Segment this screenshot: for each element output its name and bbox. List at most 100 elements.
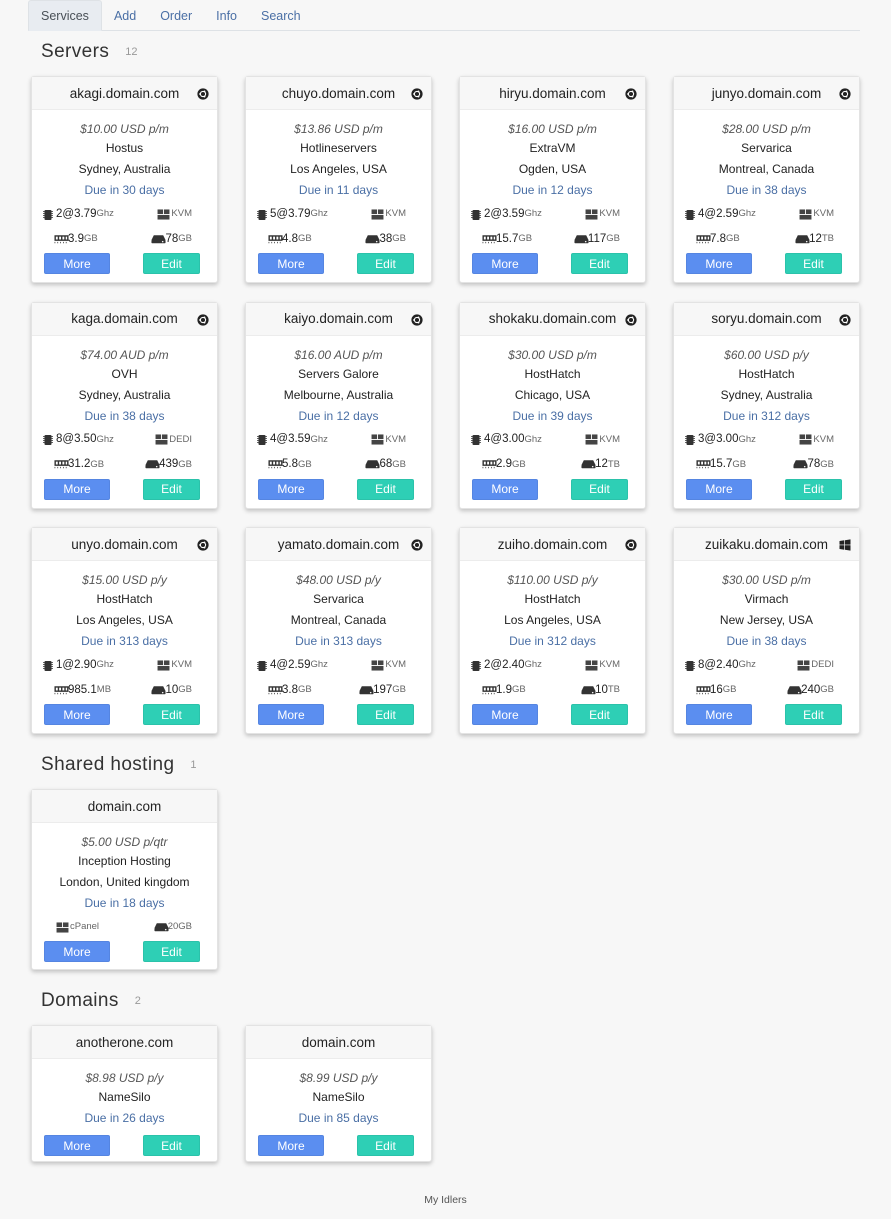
ram-spec: 15.7 GB bbox=[696, 458, 746, 470]
more-button[interactable]: More bbox=[686, 478, 752, 500]
tab-add[interactable]: Add bbox=[102, 0, 148, 31]
more-button[interactable]: More bbox=[472, 704, 538, 725]
cpu-unit: Ghz bbox=[524, 433, 542, 445]
more-button[interactable]: More bbox=[686, 253, 752, 274]
cpu-frequency: @3.79 bbox=[62, 207, 97, 220]
location: Ogden, USA bbox=[518, 162, 587, 176]
edit-button[interactable]: Edit bbox=[571, 253, 628, 274]
edit-button[interactable]: Edit bbox=[357, 478, 414, 500]
ram-icon bbox=[54, 459, 69, 469]
ram-unit: GB bbox=[90, 458, 105, 470]
ram-value: 31.2 bbox=[68, 458, 91, 470]
virt-spec: KVM bbox=[371, 208, 406, 220]
spec-row-storage: 5.8 GB 68 GB bbox=[246, 452, 431, 477]
ram-spec: 3.8 GB bbox=[268, 684, 312, 696]
edit-button[interactable]: Edit bbox=[785, 253, 842, 274]
tab-info[interactable]: Info bbox=[204, 0, 249, 31]
cpu-unit: Ghz bbox=[310, 433, 328, 445]
edit-button[interactable]: Edit bbox=[357, 1135, 414, 1156]
card-hostname: akagi.domain.com bbox=[32, 77, 217, 110]
cpu-frequency: @3.00 bbox=[490, 433, 525, 445]
location: Sydney, Australia bbox=[78, 387, 171, 402]
ram-value: 16 bbox=[710, 683, 723, 696]
more-button[interactable]: More bbox=[472, 253, 538, 274]
cpu-unit: Ghz bbox=[310, 208, 328, 219]
ram-spec: 2.9 GB bbox=[482, 458, 526, 470]
edit-button[interactable]: Edit bbox=[143, 704, 200, 725]
ram-icon bbox=[696, 234, 711, 244]
virt-icon bbox=[799, 208, 812, 220]
tab-order[interactable]: Order bbox=[148, 0, 204, 31]
cpu-unit: Ghz bbox=[738, 208, 756, 219]
cpu-spec: 1 @2.90 Ghz bbox=[42, 659, 114, 671]
disk-spec: 240 GB bbox=[787, 684, 834, 696]
server-card: kaiyo.domain.com $16.00 AUD p/m Servers Ga… bbox=[245, 301, 432, 509]
virt-type: DEDI bbox=[169, 433, 192, 445]
virt-type: KVM bbox=[171, 208, 192, 219]
ram-icon bbox=[482, 685, 497, 695]
cpu-unit: Ghz bbox=[738, 659, 756, 670]
ubuntu-icon bbox=[197, 88, 209, 100]
more-button[interactable]: More bbox=[258, 478, 324, 500]
tab-search[interactable]: Search bbox=[249, 0, 313, 31]
ram-spec: 15.7 GB bbox=[482, 233, 532, 245]
more-button[interactable]: More bbox=[258, 1135, 324, 1156]
disk-value: 20 bbox=[167, 921, 179, 932]
cpu-spec: 4 @3.59 Ghz bbox=[256, 433, 328, 445]
domain-card: domain.com $8.99 USD p/y NameSilo Due in 85… bbox=[245, 1025, 432, 1162]
more-button[interactable]: More bbox=[44, 1135, 110, 1156]
cpu-spec: 3 @3.00 Ghz bbox=[684, 433, 756, 445]
virt-icon bbox=[157, 208, 170, 220]
ram-unit: GB bbox=[84, 233, 98, 244]
provider: Virmach bbox=[744, 592, 789, 606]
section-title-text: Domains bbox=[41, 990, 119, 1011]
ram-icon bbox=[696, 685, 711, 695]
cpu-unit: Ghz bbox=[738, 433, 756, 445]
edit-button[interactable]: Edit bbox=[785, 478, 842, 500]
cpu-spec: 5 @3.79 Ghz bbox=[256, 208, 328, 220]
cpu-spec: 2 @3.79 Ghz bbox=[42, 208, 114, 220]
virt-spec: KVM bbox=[585, 434, 620, 445]
edit-button[interactable]: Edit bbox=[143, 941, 200, 962]
more-button[interactable]: More bbox=[44, 704, 110, 725]
virt-spec: KVM bbox=[799, 434, 834, 445]
edit-button[interactable]: Edit bbox=[357, 253, 414, 274]
more-button[interactable]: More bbox=[686, 704, 752, 725]
edit-button[interactable]: Edit bbox=[357, 704, 414, 725]
card-buttons: More Edit bbox=[32, 941, 217, 962]
more-button[interactable]: More bbox=[258, 704, 324, 725]
cpu-frequency: @3.59 bbox=[490, 207, 525, 220]
servers-section-title: Servers 12 bbox=[41, 41, 138, 63]
ram-spec: 1.9 GB bbox=[482, 684, 526, 696]
cpu-frequency: @2.59 bbox=[276, 658, 311, 671]
edit-button[interactable]: Edit bbox=[143, 253, 200, 274]
ram-value: 3.8 bbox=[282, 683, 298, 696]
ram-icon bbox=[696, 459, 711, 469]
provider: HostHatch bbox=[524, 366, 581, 381]
location: London, United kingdom bbox=[59, 875, 190, 889]
card-hostname: yamato.domain.com bbox=[246, 528, 431, 561]
hostname-text: shokaku.domain.com bbox=[488, 311, 617, 326]
location: Montreal, Canada bbox=[290, 613, 387, 627]
edit-button[interactable]: Edit bbox=[785, 704, 842, 725]
spec-row-cpu: 5 @3.79 Ghz KVM bbox=[246, 201, 431, 226]
more-button[interactable]: More bbox=[472, 478, 538, 500]
tab-services[interactable]: Services bbox=[28, 0, 102, 31]
edit-button[interactable]: Edit bbox=[571, 478, 628, 500]
edit-button[interactable]: Edit bbox=[143, 1135, 200, 1156]
virt-icon bbox=[157, 659, 170, 671]
disk-value: 78 bbox=[165, 232, 179, 245]
due-date: Due in 11 days bbox=[298, 183, 379, 197]
more-button[interactable]: More bbox=[44, 253, 110, 274]
more-button[interactable]: More bbox=[44, 941, 110, 962]
due-date: Due in 12 days bbox=[298, 408, 379, 423]
card-hostname: zuikaku.domain.com bbox=[674, 528, 859, 561]
virt-icon bbox=[371, 208, 384, 220]
due-date: Due in 312 days bbox=[509, 634, 596, 648]
spec-row-storage: 7.8 GB 12 TB bbox=[674, 226, 859, 251]
edit-button[interactable]: Edit bbox=[143, 478, 200, 500]
location: Chicago, USA bbox=[514, 387, 591, 402]
edit-button[interactable]: Edit bbox=[571, 704, 628, 725]
more-button[interactable]: More bbox=[44, 478, 110, 500]
more-button[interactable]: More bbox=[258, 253, 324, 274]
